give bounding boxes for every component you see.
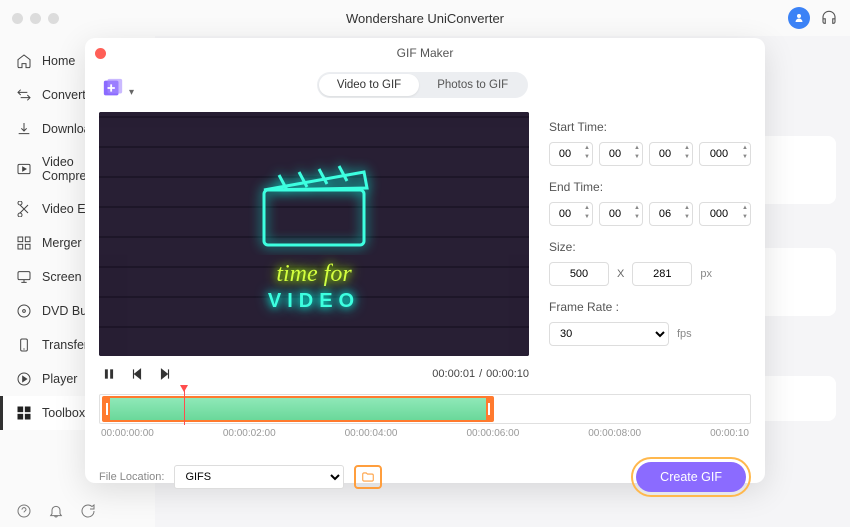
width-input[interactable] xyxy=(549,262,609,286)
neon-text-line1: time for xyxy=(244,261,384,288)
account-icon[interactable] xyxy=(788,7,810,29)
clip-range[interactable] xyxy=(102,396,494,422)
timeline-track[interactable] xyxy=(99,394,751,424)
tab-video-to-gif[interactable]: Video to GIF xyxy=(319,74,419,96)
app-title: Wondershare UniConverter xyxy=(346,11,504,26)
size-label: Size: xyxy=(549,240,751,254)
playhead[interactable] xyxy=(184,387,185,425)
framerate-select[interactable]: 30 xyxy=(549,322,669,346)
pause-button[interactable] xyxy=(99,364,119,384)
neon-text-line2: VIDEO xyxy=(244,290,384,313)
total-time: 00:00:10 xyxy=(486,368,529,380)
create-gif-button[interactable]: Create GIF xyxy=(636,462,746,492)
bell-icon[interactable] xyxy=(48,503,64,519)
settings-panel: Start Time: ▲▼ ▲▼ ▲▼ ▲▼ End Time: ▲▼ ▲▼ … xyxy=(549,112,751,386)
sidebar-item-label: Home xyxy=(42,54,75,68)
chevron-down-icon[interactable]: ▾ xyxy=(129,87,134,98)
window-controls[interactable] xyxy=(12,13,59,24)
sidebar-item-label: Merger xyxy=(42,236,82,250)
modal-title: GIF Maker xyxy=(397,46,454,60)
add-media-button[interactable] xyxy=(99,74,127,102)
sidebar-item-label: Toolbox xyxy=(42,406,85,420)
gif-maker-modal: GIF Maker ▾ Video to GIF Photos to GIF xyxy=(85,38,765,483)
support-icon[interactable] xyxy=(820,9,838,27)
browse-folder-button[interactable] xyxy=(354,465,382,489)
prev-frame-button[interactable] xyxy=(127,364,147,384)
mode-tabs: Video to GIF Photos to GIF xyxy=(317,72,528,98)
file-location-select[interactable]: GIFS xyxy=(174,465,344,489)
trim-handle-left[interactable] xyxy=(104,398,110,420)
current-time: 00:00:01 xyxy=(432,368,475,380)
end-time-label: End Time: xyxy=(549,180,751,194)
height-input[interactable] xyxy=(632,262,692,286)
close-icon[interactable] xyxy=(95,48,106,59)
trim-handle-right[interactable] xyxy=(486,398,492,420)
start-time-label: Start Time: xyxy=(549,120,751,134)
sidebar-item-label: Transfer xyxy=(42,338,88,352)
video-preview: time for VIDEO xyxy=(99,112,529,356)
clapper-icon xyxy=(244,155,384,255)
help-icon[interactable] xyxy=(16,503,32,519)
next-frame-button[interactable] xyxy=(155,364,175,384)
sidebar-item-label: Player xyxy=(42,372,77,386)
time-ruler: 00:00:00:00 00:00:02:00 00:00:04:00 00:0… xyxy=(99,428,751,439)
titlebar: Wondershare UniConverter xyxy=(0,0,850,36)
tab-photos-to-gif[interactable]: Photos to GIF xyxy=(419,74,526,96)
framerate-label: Frame Rate : xyxy=(549,300,751,314)
file-location-label: File Location: xyxy=(99,471,164,483)
timeline: 00:00:00:00 00:00:02:00 00:00:04:00 00:0… xyxy=(99,394,751,439)
